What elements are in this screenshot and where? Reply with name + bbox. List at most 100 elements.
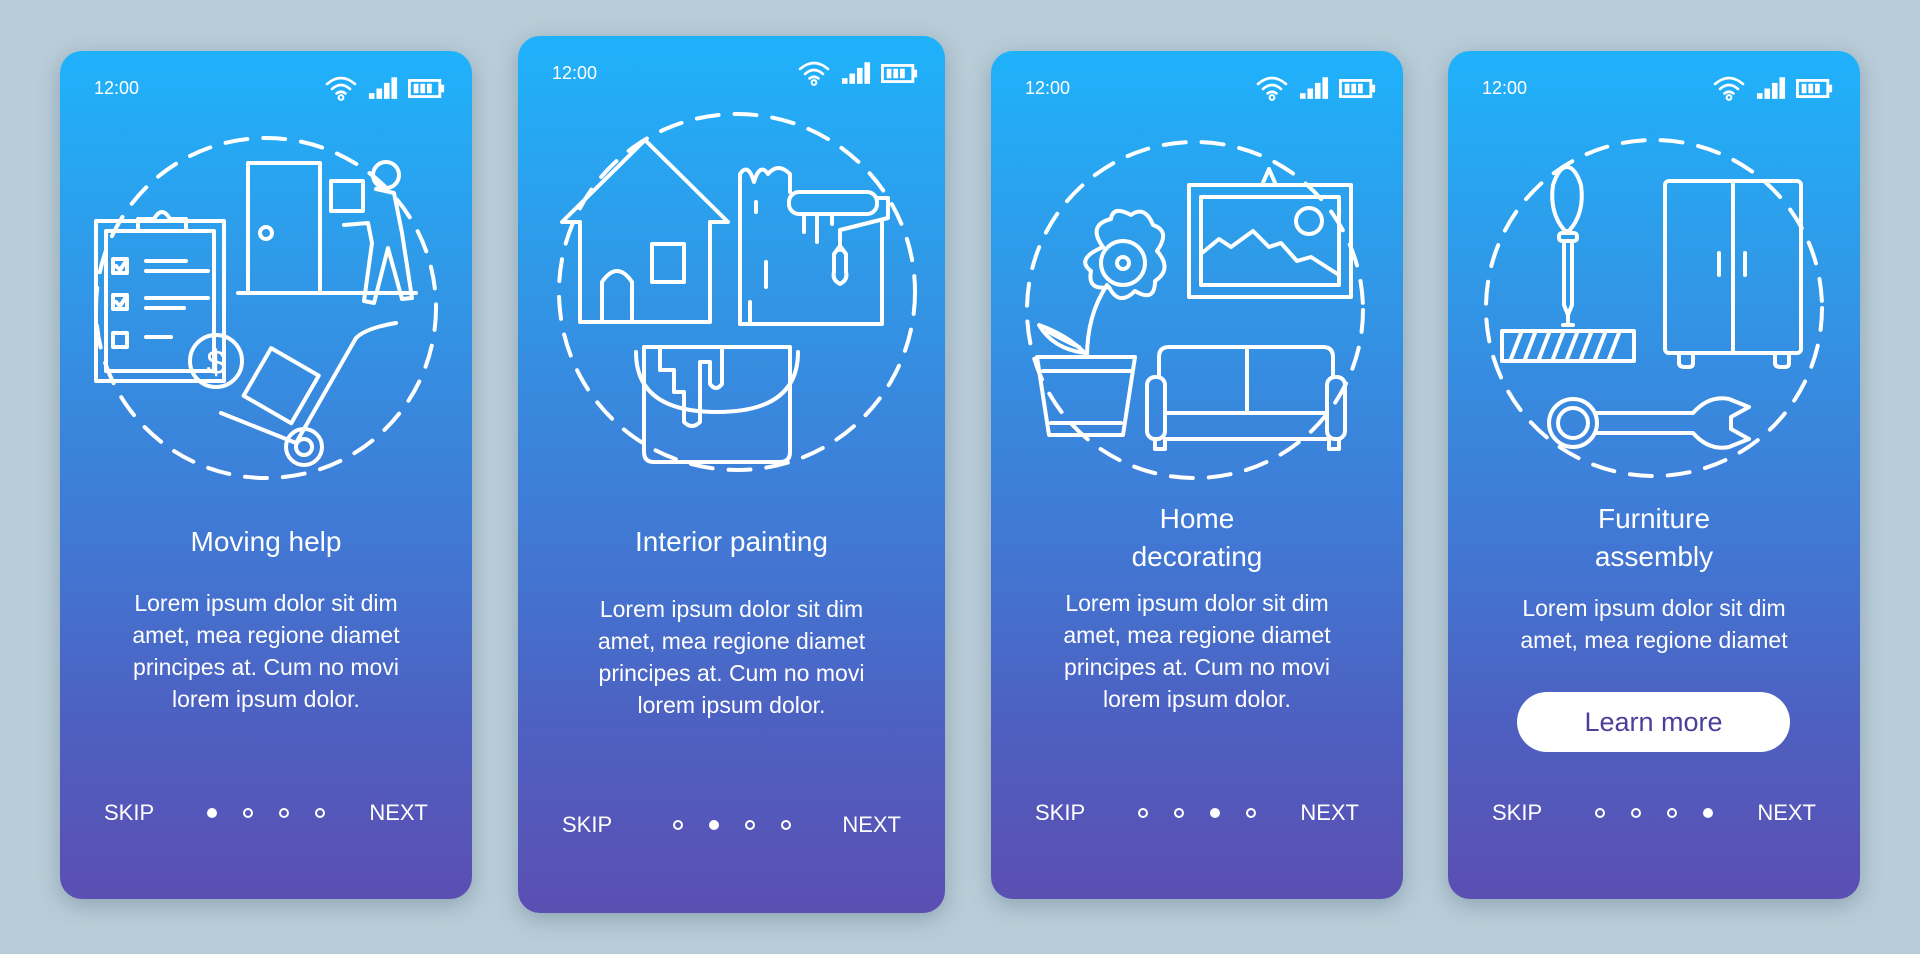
- page-dot-2-active[interactable]: [708, 820, 719, 830]
- next-button[interactable]: NEXT: [369, 800, 428, 826]
- description-line: lorem ipsum dolor.: [1103, 686, 1291, 712]
- interior-painting-illustration: [556, 112, 917, 472]
- onboarding-nav: SKIP NEXT: [518, 812, 945, 842]
- skip-button[interactable]: SKIP: [562, 812, 612, 838]
- wifi-icon: [1712, 75, 1746, 101]
- onboarding-screen-moving-help: 12:00 $ Moving help Lorem ipsum dolor si…: [60, 51, 472, 899]
- clipboard-icon: [94, 210, 226, 383]
- person-carrying-box-icon: [329, 160, 414, 305]
- status-bar: 12:00: [991, 73, 1403, 99]
- door-icon: [236, 161, 418, 295]
- battery-icon: [1796, 78, 1834, 99]
- signal-icon: [1756, 77, 1786, 100]
- page-dot-1[interactable]: [1595, 808, 1605, 818]
- signal-icon: [1299, 77, 1329, 100]
- signal-icon: [368, 77, 398, 100]
- onboarding-screen-interior-painting: 12:00 Interior painting Lorem ipsum dolo…: [518, 36, 945, 913]
- page-dot-3[interactable]: [1667, 808, 1677, 818]
- battery-icon: [408, 78, 446, 99]
- home-decorating-illustration: [1025, 140, 1365, 480]
- title-line: Home: [1159, 503, 1235, 534]
- screen-title: Furniture assembly: [1448, 500, 1860, 576]
- moving-help-illustration: $: [94, 136, 438, 480]
- dashed-circle: [556, 112, 917, 472]
- skip-button[interactable]: SKIP: [1035, 800, 1085, 826]
- battery-icon: [1339, 78, 1377, 99]
- onboarding-screen-furniture-assembly: 12:00 Furniture assembly Lorem ipsum dol…: [1448, 51, 1860, 899]
- screen-description: Lorem ipsum dolor sit dim amet, mea regi…: [1448, 592, 1860, 656]
- description-line: Lorem ipsum dolor sit dim: [134, 590, 398, 616]
- screen-description: Lorem ipsum dolor sit dim amet, mea regi…: [991, 587, 1403, 715]
- page-dot-1-active[interactable]: [207, 808, 217, 818]
- page-indicator: [672, 820, 791, 830]
- title-line: assembly: [1594, 541, 1714, 572]
- page-dot-3[interactable]: [744, 820, 755, 830]
- page-dot-4-active[interactable]: [1703, 808, 1713, 818]
- signal-icon: [841, 62, 871, 85]
- dashed-circle: [1484, 138, 1824, 478]
- svg-text:$: $: [207, 344, 226, 382]
- page-dot-4[interactable]: [780, 820, 791, 830]
- status-bar: 12:00: [518, 58, 945, 84]
- page-dot-2[interactable]: [243, 808, 253, 818]
- battery-icon: [881, 63, 919, 84]
- description-line: amet, mea regione diamet: [132, 622, 400, 648]
- wifi-icon: [324, 75, 358, 101]
- page-dot-2[interactable]: [1174, 808, 1184, 818]
- wardrobe-icon: [1663, 179, 1803, 369]
- skip-button[interactable]: SKIP: [104, 800, 154, 826]
- page-dot-1[interactable]: [1138, 808, 1148, 818]
- page-indicator: [207, 808, 325, 818]
- screen-description: Lorem ipsum dolor sit dim amet, mea regi…: [60, 587, 472, 715]
- page-dot-3-active[interactable]: [1210, 808, 1220, 818]
- description-line: principes at. Cum no movi: [598, 660, 865, 686]
- status-time: 12:00: [1025, 78, 1071, 98]
- next-button[interactable]: NEXT: [1300, 800, 1359, 826]
- wifi-icon: [1255, 75, 1289, 101]
- status-time: 12:00: [1482, 78, 1528, 98]
- screen-title: Home decorating: [991, 500, 1403, 576]
- status-time: 12:00: [552, 63, 598, 83]
- onboarding-nav: SKIP NEXT: [60, 800, 472, 830]
- screen-title: Moving help: [60, 523, 472, 561]
- skip-button[interactable]: SKIP: [1492, 800, 1542, 826]
- page-dot-4[interactable]: [1246, 808, 1256, 818]
- next-button[interactable]: NEXT: [842, 812, 901, 838]
- description-line: amet, mea regione diamet: [1063, 622, 1331, 648]
- wifi-icon: [797, 60, 831, 86]
- onboarding-screen-home-decorating: 12:00 Home decorating Lorem ipsum dolor …: [991, 51, 1403, 899]
- status-bar: 12:00: [1448, 73, 1860, 99]
- title-line: Moving help: [190, 526, 342, 557]
- paint-bucket-icon: [633, 345, 800, 464]
- wooden-plank-icon: [1500, 329, 1636, 363]
- sofa-icon: [1145, 345, 1347, 451]
- page-indicator: [1595, 808, 1713, 818]
- title-line: decorating: [1131, 541, 1263, 572]
- screwdriver-icon: [1550, 165, 1584, 327]
- description-line: lorem ipsum dolor.: [172, 686, 360, 712]
- learn-more-button[interactable]: Learn more: [1517, 692, 1790, 752]
- painted-wall-icon: [737, 166, 890, 326]
- description-line: amet, mea regione diamet: [1520, 627, 1788, 653]
- onboarding-nav: SKIP NEXT: [991, 800, 1403, 830]
- description-line: amet, mea regione diamet: [597, 628, 866, 654]
- page-dot-4[interactable]: [315, 808, 325, 818]
- house-icon: [559, 138, 730, 324]
- status-time: 12:00: [94, 78, 140, 98]
- screen-title: Interior painting: [518, 523, 945, 561]
- description-line: Lorem ipsum dolor sit dim: [1522, 595, 1786, 621]
- description-line: lorem ipsum dolor.: [637, 692, 826, 718]
- description-line: Lorem ipsum dolor sit dim: [599, 596, 864, 622]
- screen-description: Lorem ipsum dolor sit dim amet, mea regi…: [518, 593, 945, 721]
- dashed-circle: [1025, 140, 1365, 480]
- next-button[interactable]: NEXT: [1757, 800, 1816, 826]
- page-dot-2[interactable]: [1631, 808, 1641, 818]
- description-line: Lorem ipsum dolor sit dim: [1065, 590, 1329, 616]
- page-dot-1[interactable]: [672, 820, 683, 830]
- page-indicator: [1138, 808, 1256, 818]
- framed-picture-icon: [1187, 167, 1353, 299]
- onboarding-nav: SKIP NEXT: [1448, 800, 1860, 830]
- page-dot-3[interactable]: [279, 808, 289, 818]
- furniture-assembly-illustration: [1484, 138, 1824, 478]
- title-line: Interior painting: [634, 526, 828, 557]
